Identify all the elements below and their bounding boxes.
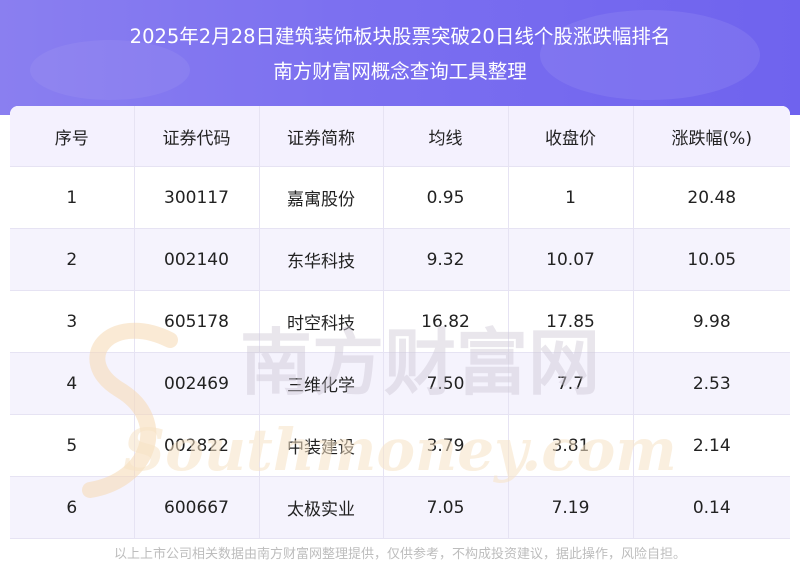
cell-moving-average: 16.82 [383,290,509,353]
table-header-row: 序号 证券代码 证券简称 均线 收盘价 涨跌幅(%) [10,106,790,167]
cell-close-price: 7.7 [508,352,634,415]
cell-moving-average: 0.95 [383,166,509,229]
page-subtitle: 南方财富网概念查询工具整理 [273,60,527,83]
cell-index: 2 [10,228,135,291]
cell-code: 600667 [134,476,260,539]
table-row: 5 002822 中装建设 3.79 3.81 2.14 [10,414,790,477]
cell-code: 002822 [134,414,260,477]
cell-change-percent: 2.53 [633,352,790,415]
cell-moving-average: 3.79 [383,414,509,477]
column-header-close-price: 收盘价 [508,106,634,167]
column-header-moving-average: 均线 [383,106,509,167]
cell-index: 5 [10,414,135,477]
cell-name: 太极实业 [259,476,384,539]
cell-change-percent: 2.14 [633,414,790,477]
cell-change-percent: 0.14 [633,476,790,539]
cell-close-price: 10.07 [508,228,634,291]
cell-change-percent: 9.98 [633,290,790,353]
column-header-index: 序号 [10,106,135,167]
column-header-code: 证券代码 [134,106,260,167]
cell-close-price: 3.81 [508,414,634,477]
cell-code: 002469 [134,352,260,415]
page-title: 2025年2月28日建筑装饰板块股票突破20日线个股涨跌幅排名 [129,25,671,48]
title-banner: 2025年2月28日建筑装饰板块股票突破20日线个股涨跌幅排名 南方财富网概念查… [0,0,800,115]
cell-index: 6 [10,476,135,539]
stock-ranking-table: 序号 证券代码 证券简称 均线 收盘价 涨跌幅(%) 1 300117 嘉寓股份… [10,106,790,539]
cell-code: 605178 [134,290,260,353]
cell-name: 东华科技 [259,228,384,291]
cell-index: 1 [10,166,135,229]
cell-name: 时空科技 [259,290,384,353]
cell-close-price: 7.19 [508,476,634,539]
cell-close-price: 1 [508,166,634,229]
cell-code: 300117 [134,166,260,229]
cell-index: 4 [10,352,135,415]
cell-change-percent: 10.05 [633,228,790,291]
table-row: 1 300117 嘉寓股份 0.95 1 20.48 [10,166,790,229]
table-row: 2 002140 东华科技 9.32 10.07 10.05 [10,228,790,291]
table-row: 6 600667 太极实业 7.05 7.19 0.14 [10,476,790,539]
cell-name: 嘉寓股份 [259,166,384,229]
cell-index: 3 [10,290,135,353]
table-row: 3 605178 时空科技 16.82 17.85 9.98 [10,290,790,353]
cell-name: 中装建设 [259,414,384,477]
column-header-name: 证券简称 [259,106,384,167]
cell-code: 002140 [134,228,260,291]
cell-moving-average: 7.50 [383,352,509,415]
cell-moving-average: 9.32 [383,228,509,291]
cell-change-percent: 20.48 [633,166,790,229]
column-header-change-percent: 涨跌幅(%) [633,106,790,167]
disclaimer-text: 以上上市公司相关数据由南方财富网整理提供，仅供参考，不构成投资建议，据此操作，风… [113,547,686,562]
cell-close-price: 17.85 [508,290,634,353]
table-row: 4 002469 三维化学 7.50 7.7 2.53 [10,352,790,415]
data-table-card: 序号 证券代码 证券简称 均线 收盘价 涨跌幅(%) 1 300117 嘉寓股份… [10,106,790,539]
cell-moving-average: 7.05 [383,476,509,539]
cell-name: 三维化学 [259,352,384,415]
